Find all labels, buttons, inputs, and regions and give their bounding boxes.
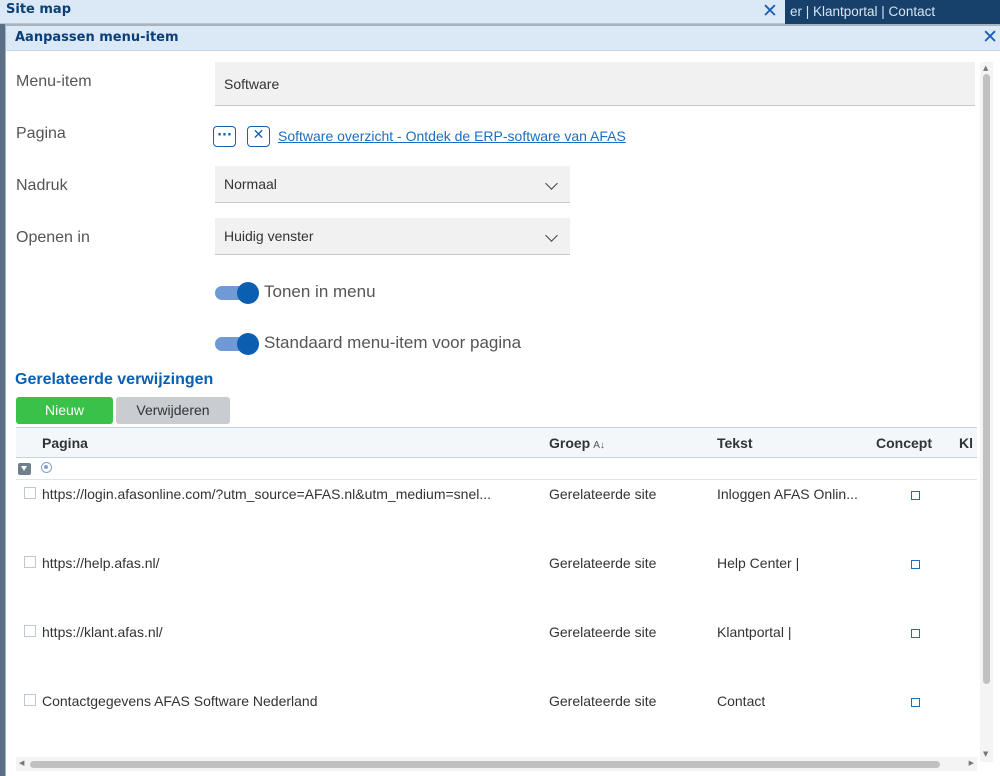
show-in-menu-toggle[interactable] (215, 282, 259, 304)
radio-icon[interactable] (41, 462, 52, 473)
concept-checkbox[interactable] (911, 698, 920, 707)
column-header-groep-label: Groep (549, 435, 591, 451)
row-checkbox[interactable] (24, 487, 36, 499)
show-in-menu-label: Tonen in menu (264, 282, 376, 301)
concept-checkbox[interactable] (911, 629, 920, 638)
menu-item-value: Software (224, 76, 280, 92)
table-row[interactable]: Contactgegevens AFAS Software Nederland … (16, 688, 977, 757)
row-checkbox[interactable] (24, 694, 36, 706)
row-groep: Gerelateerde site (549, 555, 657, 571)
filter-icon[interactable] (18, 463, 31, 475)
close-icon[interactable]: ✕ (982, 25, 998, 50)
row-groep: Gerelateerde site (549, 624, 657, 640)
row-tekst: Help Center | (717, 555, 800, 571)
open-in-select[interactable]: Huidig venster (215, 218, 570, 255)
row-checkbox[interactable] (24, 625, 36, 637)
default-menu-item-toggle[interactable] (215, 333, 259, 355)
horizontal-scrollbar[interactable]: ◀ ▶ (16, 757, 977, 771)
ellipsis-icon[interactable]: ··· (213, 126, 236, 147)
concept-checkbox[interactable] (911, 491, 920, 500)
horizontal-scroll-thumb[interactable] (30, 761, 940, 768)
page-link[interactable]: Software overzicht - Ontdek de ERP-softw… (278, 128, 626, 144)
row-tekst: Contact (717, 693, 766, 709)
grid-header: Pagina Groep A↓ Tekst Concept Kl (16, 428, 977, 458)
toggle-knob (237, 282, 259, 304)
chevron-down-icon (545, 229, 558, 242)
row-checkbox[interactable] (24, 556, 36, 568)
dialog-title: Aanpassen menu-item (15, 30, 179, 45)
column-header-tekst[interactable]: Tekst (717, 435, 753, 451)
open-in-label: Openen in (16, 229, 90, 246)
row-tekst: Klantportal | (717, 624, 792, 640)
row-groep: Gerelateerde site (549, 693, 657, 709)
background-nav: er | Klantportal | Contact (785, 0, 1000, 24)
row-tekst: Inloggen AFAS Onlin... (717, 486, 858, 502)
sitemap-close-icon[interactable]: ✕ (762, 0, 778, 23)
scroll-right-icon[interactable]: ▶ (969, 759, 974, 767)
default-menu-item-label: Standaard menu-item voor pagina (264, 333, 522, 352)
vertical-scroll-thumb[interactable] (983, 74, 990, 684)
row-pagina: https://klant.afas.nl/ (42, 624, 163, 640)
toggle-knob (237, 333, 259, 355)
delete-button[interactable]: Verwijderen (116, 397, 230, 424)
column-header-groep[interactable]: Groep A↓ (549, 435, 605, 451)
table-row[interactable]: https://klant.afas.nl/ Gerelateerde site… (16, 619, 977, 688)
dialog-titlebar: Aanpassen menu-item ✕ (6, 26, 1000, 51)
column-header-pagina[interactable]: Pagina (42, 435, 88, 451)
scroll-left-icon[interactable]: ◀ (19, 759, 24, 767)
sort-az-icon: A↓ (593, 440, 605, 451)
new-button[interactable]: Nieuw (16, 397, 113, 424)
menu-item-label: Menu-item (16, 73, 92, 90)
vertical-scrollbar[interactable]: ▲ ▼ (980, 62, 993, 762)
column-header-concept[interactable]: Concept (876, 435, 932, 451)
table-row[interactable]: https://help.afas.nl/ Gerelateerde site … (16, 550, 977, 619)
row-pagina: https://login.afasonline.com/?utm_source… (42, 486, 492, 502)
scroll-down-icon[interactable]: ▼ (983, 750, 988, 758)
related-references-title: Gerelateerde verwijzingen (15, 371, 214, 388)
menu-item-input[interactable]: Software (215, 62, 975, 106)
sitemap-title: Site map (6, 2, 71, 17)
clear-icon[interactable]: ✕ (247, 126, 270, 147)
open-in-value: Huidig venster (224, 228, 314, 244)
scroll-up-icon[interactable]: ▲ (983, 64, 988, 72)
table-row[interactable]: https://login.afasonline.com/?utm_source… (16, 481, 977, 550)
edit-menu-item-dialog: Aanpassen menu-item ✕ Menu-item Software… (5, 26, 1000, 776)
row-groep: Gerelateerde site (549, 486, 657, 502)
filter-row (16, 458, 977, 480)
column-header-extra[interactable]: Kl (959, 435, 973, 451)
concept-checkbox[interactable] (911, 560, 920, 569)
related-references-grid: Pagina Groep A↓ Tekst Concept Kl https://… (16, 427, 977, 757)
emphasis-select[interactable]: Normaal (215, 166, 570, 203)
page-label: Pagina (16, 125, 66, 142)
chevron-down-icon (545, 177, 558, 190)
emphasis-value: Normaal (224, 176, 277, 192)
row-pagina: Contactgegevens AFAS Software Nederland (42, 693, 318, 709)
emphasis-label: Nadruk (16, 177, 68, 194)
row-pagina: https://help.afas.nl/ (42, 555, 160, 571)
